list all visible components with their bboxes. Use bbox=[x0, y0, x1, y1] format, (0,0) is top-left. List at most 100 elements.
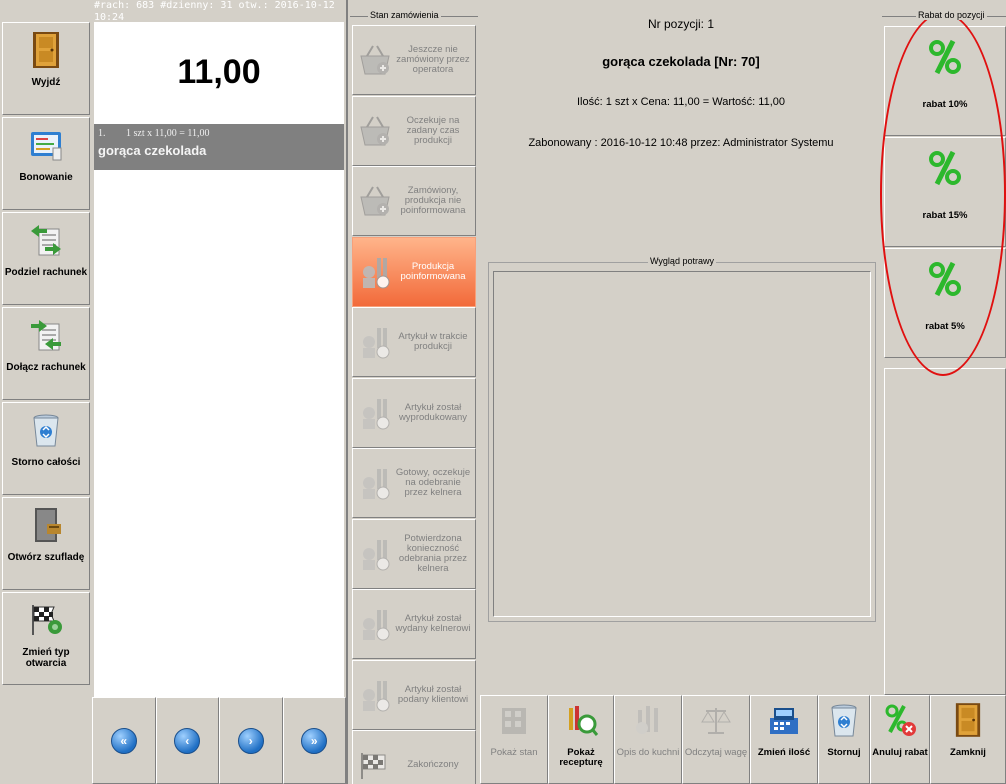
merge-bill-label: Dołącz rachunek bbox=[6, 362, 86, 373]
receipt-header: #rach: 683 #dzienny: 31 otw.: 2016-10-12… bbox=[92, 0, 346, 23]
item-booked: Zabonowany : 2016-10-12 10:48 przez: Adm… bbox=[528, 137, 834, 149]
status-button-6[interactable]: Artykuł został wyprodukowany bbox=[352, 377, 476, 448]
last-page-button[interactable]: » bbox=[282, 697, 346, 784]
discount-button-1[interactable]: rabat 10% bbox=[884, 26, 1006, 136]
toolbar-label: Zamknij bbox=[950, 747, 986, 758]
toolbar-label: Pokaż stan bbox=[490, 747, 538, 758]
kitchen-note-icon bbox=[630, 702, 666, 738]
change-open-type-label: Zmień typ otwarcia bbox=[22, 647, 70, 669]
toolbar-label: Stornuj bbox=[827, 747, 861, 758]
recycle-bin-icon bbox=[27, 411, 65, 449]
change-open-type-button[interactable]: Zmień typ otwarcia bbox=[2, 592, 90, 685]
bonowanie-button[interactable]: Bonowanie bbox=[2, 117, 90, 210]
order-status-title: Stan zamówienia bbox=[368, 10, 441, 20]
show-stock-button[interactable]: Pokaż stan bbox=[480, 695, 548, 784]
storage-icon bbox=[496, 702, 532, 738]
bonowanie-label: Bonowanie bbox=[19, 172, 73, 183]
scale-icon bbox=[698, 702, 734, 738]
kitchen-note-button[interactable]: Opis do kuchni bbox=[614, 695, 682, 784]
discount-button-3[interactable]: rabat 5% bbox=[884, 248, 1006, 358]
cash-drawer-icon bbox=[27, 506, 65, 544]
discount-label: rabat 15% bbox=[922, 210, 968, 221]
dish-image-area bbox=[493, 271, 871, 617]
receipt-item-name: gorąca czekolada bbox=[98, 143, 207, 158]
status-button-10[interactable]: Artykuł został podany klientowi bbox=[352, 659, 476, 730]
percent-icon bbox=[925, 37, 965, 77]
discount-label: rabat 10% bbox=[922, 99, 968, 110]
first-page-icon: « bbox=[110, 727, 137, 754]
merge-bill-button[interactable]: Dołącz rachunek bbox=[2, 307, 90, 400]
toolbar-label: Pokaż recepturę bbox=[559, 747, 603, 768]
open-drawer-button[interactable]: Otwórz szufladę bbox=[2, 497, 90, 590]
storno-button[interactable]: Stornuj bbox=[818, 695, 870, 784]
door-icon bbox=[27, 31, 65, 69]
discount-group: Rabat do pozycji rabat 10% rabat 15% rabat… bbox=[882, 10, 1006, 695]
status-label: Oczekuje na zadany czas produkcji bbox=[406, 114, 460, 146]
status-label: Artykuł został podany klientowi bbox=[397, 683, 469, 705]
production-gear-icon bbox=[357, 324, 393, 360]
basket-plus-icon bbox=[357, 42, 393, 78]
status-button-8[interactable]: Potwierdzona konieczność odebrania przez… bbox=[352, 518, 476, 589]
item-calc: Ilość: 1 szt x Cena: 11,00 = Wartość: 11… bbox=[577, 96, 785, 108]
status-button-3[interactable]: Zamówiony, produkcja nie poinformowana bbox=[352, 166, 476, 236]
change-quantity-button[interactable]: Zmień ilość bbox=[750, 695, 818, 784]
exit-label: Wyjdź bbox=[31, 77, 61, 88]
waiter-plus-icon bbox=[357, 465, 393, 501]
recipe-icon bbox=[563, 702, 599, 738]
prev-page-icon: ‹ bbox=[174, 727, 201, 754]
status-button-4[interactable]: Produkcja poinformowana bbox=[352, 236, 476, 307]
show-recipe-button[interactable]: Pokaż recepturę bbox=[548, 695, 614, 784]
discount-title: Rabat do pozycji bbox=[916, 10, 987, 20]
next-page-icon: › bbox=[237, 727, 264, 754]
close-button[interactable]: Zamknij bbox=[930, 695, 1006, 784]
discount-empty-area bbox=[884, 368, 1006, 695]
status-button-11[interactable]: Zakończony bbox=[352, 730, 476, 784]
status-button-9[interactable]: Artykuł został wydany kelnerowi bbox=[352, 589, 476, 659]
dish-appearance-title: Wygląd potrawy bbox=[648, 256, 716, 266]
read-scale-button[interactable]: Odczytaj wagę bbox=[682, 695, 750, 784]
status-label: Artykuł w trakcie produkcji bbox=[398, 331, 468, 352]
production-check-icon bbox=[357, 395, 393, 431]
percent-icon bbox=[925, 148, 965, 188]
status-button-2[interactable]: Oczekuje na zadany czas produkcji bbox=[352, 95, 476, 166]
status-button-7[interactable]: Gotowy, oczekuje na odebranie przez keln… bbox=[352, 448, 476, 518]
status-label: Gotowy, oczekuje na odebranie przez keln… bbox=[395, 467, 471, 498]
exit-button[interactable]: Wyjdź bbox=[2, 22, 90, 115]
receipt-total: 11,00 bbox=[94, 22, 344, 122]
bottom-toolbar: Pokaż stan Pokaż recepturę Opis do kuchni O… bbox=[480, 695, 1006, 784]
cancel-discount-icon bbox=[882, 702, 918, 738]
cancel-discount-button[interactable]: Anuluj rabat bbox=[870, 695, 930, 784]
receipt-list[interactable]: 1. 1 szt x 11,00 = 11,00 gorąca czekolada bbox=[94, 122, 344, 697]
cash-register-icon bbox=[766, 702, 802, 738]
order-status-group: Stan zamówienia Jeszcze nie zamówiony pr… bbox=[350, 10, 478, 784]
checkered-flag-icon bbox=[27, 601, 65, 639]
prev-page-button[interactable]: ‹ bbox=[155, 697, 219, 784]
receipt-print-icon bbox=[27, 126, 65, 164]
receipt-item[interactable]: 1. 1 szt x 11,00 = 11,00 gorąca czekolada bbox=[94, 124, 344, 170]
item-detail-panel: Nr pozycji: 1 gorąca czekolada [Nr: 70] … bbox=[480, 0, 882, 695]
position-number: Nr pozycji: 1 bbox=[647, 17, 715, 31]
basket-clock-icon bbox=[357, 113, 393, 149]
toolbar-label: Anuluj rabat bbox=[872, 747, 928, 758]
storno-all-label: Storno całości bbox=[11, 457, 81, 468]
first-page-button[interactable]: « bbox=[92, 697, 156, 784]
status-button-1[interactable]: Jeszcze nie zamówiony przez operatora bbox=[352, 25, 476, 95]
panel-splitter[interactable] bbox=[346, 0, 348, 784]
merge-bill-icon bbox=[27, 316, 65, 354]
checkered-flag-icon bbox=[357, 747, 393, 783]
receipt-nav-bar: « ‹ › » bbox=[92, 697, 346, 784]
status-label: Produkcja poinformowana bbox=[400, 260, 466, 282]
split-bill-button[interactable]: Podziel rachunek bbox=[2, 212, 90, 305]
item-title: gorąca czekolada [Nr: 70] bbox=[602, 54, 760, 69]
waiter-check-icon bbox=[357, 536, 393, 572]
recycle-bin-icon bbox=[826, 702, 862, 738]
toolbar-label: Odczytaj wagę bbox=[684, 747, 748, 758]
left-sidebar: Wyjdź Bonowanie Podziel rachunek Dołącz … bbox=[0, 0, 92, 784]
discount-label: rabat 5% bbox=[925, 321, 965, 332]
discount-button-2[interactable]: rabat 15% bbox=[884, 137, 1006, 247]
status-button-5[interactable]: Artykuł w trakcie produkcji bbox=[352, 307, 476, 377]
receipt-item-calc: 1 szt x 11,00 = 11,00 bbox=[126, 128, 210, 139]
waiter-serve-icon bbox=[357, 677, 393, 713]
storno-all-button[interactable]: Storno całości bbox=[2, 402, 90, 495]
next-page-button[interactable]: › bbox=[219, 697, 283, 784]
